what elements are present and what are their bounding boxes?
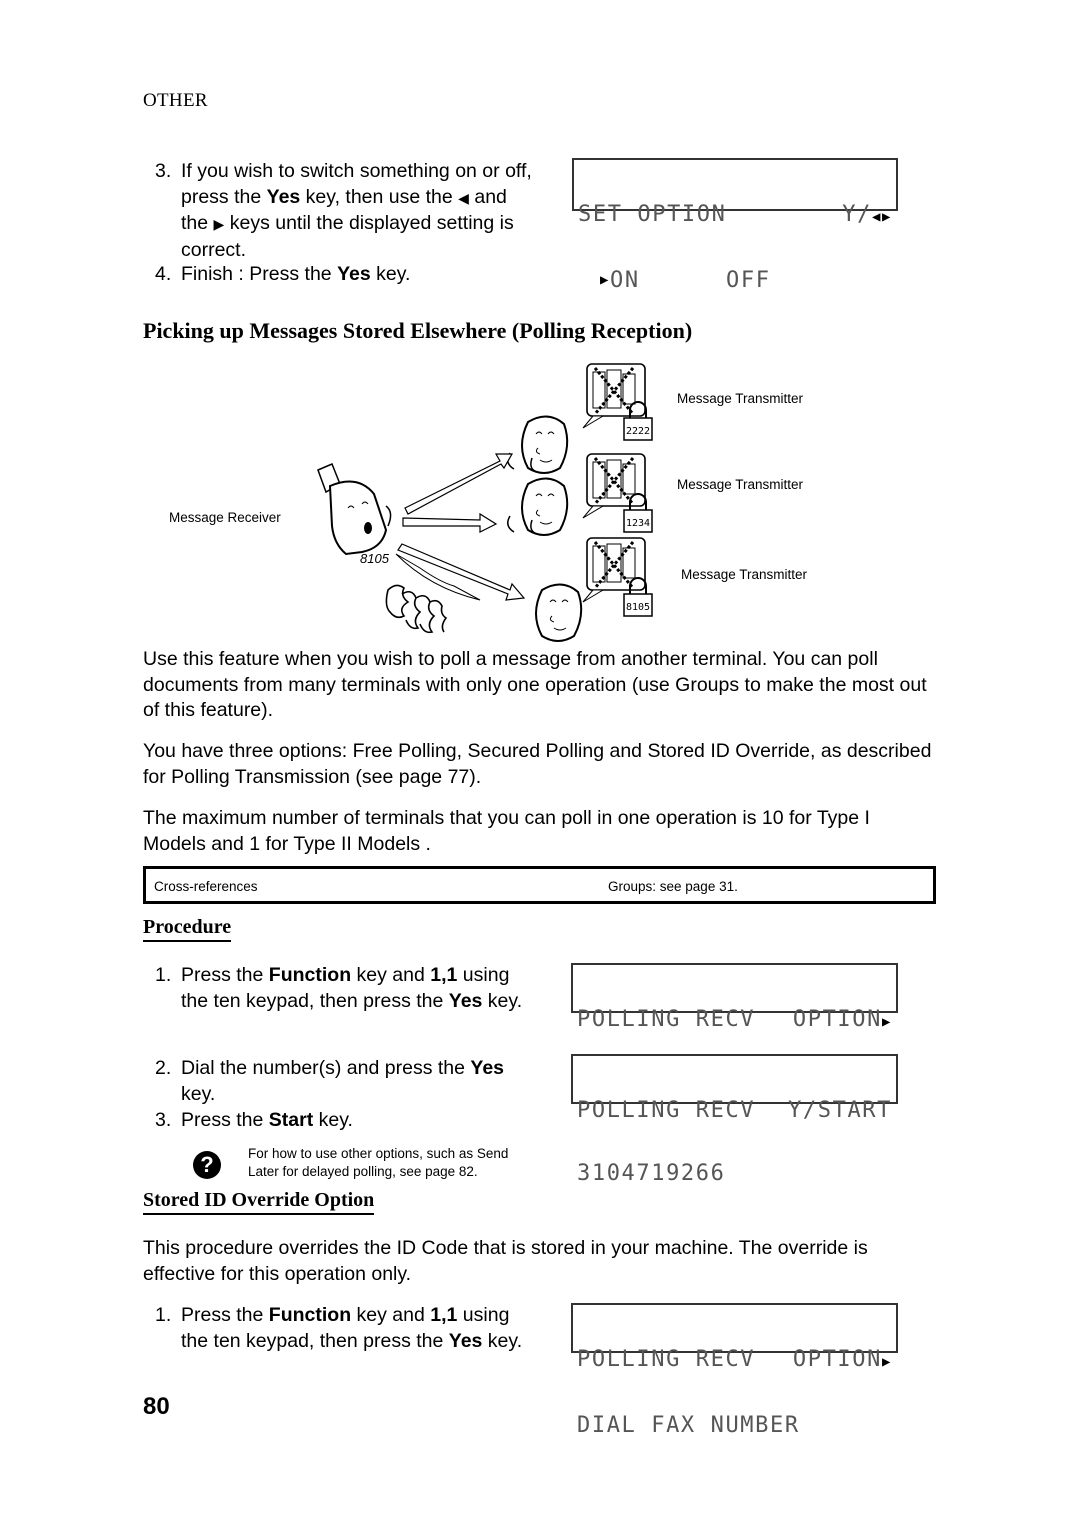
- procedure-step-1: 1. Press the Function key and 1,1 using t…: [155, 963, 522, 1014]
- transmitter-label-1: Message Transmitter: [677, 391, 804, 406]
- step-number: 4.: [155, 263, 172, 285]
- right-arrow-icon: ▶: [881, 209, 892, 225]
- receiver-label: Message Receiver: [169, 510, 281, 525]
- lcd-text: POLLING RECV: [577, 1347, 756, 1372]
- yes-key-label: Yes: [337, 263, 371, 285]
- step-text: the ten keypad, then press the: [181, 1329, 449, 1352]
- lcd-polling-number: POLLING RECV Y/START 3104719266: [571, 1054, 898, 1185]
- procedure-step-3: 3. Press the Start key.: [155, 1108, 353, 1134]
- step-text: using: [457, 1304, 510, 1326]
- cross-reference-box: Cross-references Groups: see page 31.: [143, 866, 936, 904]
- id-code: 2222: [626, 426, 650, 437]
- start-key-label: Start: [268, 1109, 314, 1131]
- paragraph-maximum: The maximum number of terminals that you…: [143, 807, 870, 855]
- left-arrow-icon: ◀: [458, 189, 469, 206]
- step-number: 3.: [155, 160, 172, 182]
- key-sequence: 1,1: [430, 964, 458, 986]
- step-text: Press the: [181, 964, 269, 986]
- procedure-heading: Procedure: [143, 916, 232, 942]
- step-text: key.: [181, 1082, 216, 1105]
- step-number: 1.: [155, 1304, 172, 1326]
- step-number: 1.: [155, 964, 172, 986]
- lcd-option-off: OFF: [726, 268, 771, 293]
- step-text: key and: [351, 1304, 431, 1326]
- id-code: 1234: [626, 518, 650, 529]
- step-text: key.: [482, 989, 523, 1012]
- intro-step-3: 3. If you wish to switch something on or …: [155, 159, 532, 263]
- left-arrow-icon: ◀: [871, 209, 882, 225]
- right-arrow-icon: ▶: [881, 1014, 892, 1030]
- step-text: key, then use the: [300, 185, 459, 208]
- note-text: For how to use other options, such as Se…: [248, 1145, 508, 1181]
- step-text: Press the: [181, 1109, 269, 1131]
- step-number: 3.: [155, 1109, 172, 1131]
- lcd-text: POLLING RECV: [577, 1007, 756, 1032]
- yes-key-label: Yes: [266, 185, 301, 208]
- function-key-label: Function: [268, 964, 352, 986]
- receiver-id: 8105: [360, 551, 390, 566]
- receiver-figure: [317, 463, 392, 556]
- paragraph-options: You have three options: Free Polling, Se…: [143, 740, 932, 788]
- note-line: Later for delayed polling, see page 82.: [248, 1164, 478, 1179]
- transmitter-3: 8105: [535, 536, 653, 642]
- right-arrow-icon: ▶: [881, 1354, 892, 1370]
- step-text: If you wish to switch something on or of…: [181, 160, 532, 182]
- cross-reference-link[interactable]: Groups: see page 31.: [608, 879, 738, 894]
- step-text: Press the: [181, 1304, 269, 1326]
- stored-id-heading: Stored ID Override Option: [143, 1189, 375, 1215]
- step-text: key and: [351, 964, 431, 986]
- function-key-label: Function: [268, 1304, 352, 1326]
- page-number: 80: [143, 1393, 170, 1420]
- lcd-polling-option: POLLING RECVOPTION▶ DIAL FAX NUMBER: [571, 963, 898, 1097]
- step-text: key.: [482, 1329, 523, 1352]
- lcd-text: DIAL FAX NUMBER: [577, 1413, 800, 1438]
- lcd-text: OPTION: [792, 1347, 882, 1372]
- step-text: keys until the displayed setting is: [224, 212, 514, 234]
- section-title: Picking up Messages Stored Elsewhere (Po…: [143, 318, 693, 343]
- lcd-text: SET OPTION: [578, 202, 727, 227]
- lcd-option-on: ON: [610, 268, 640, 293]
- lcd-text: Y/: [842, 202, 872, 227]
- lcd-set-option: SET OPTION Y/◀▶ ▶ ON OFF: [572, 158, 898, 292]
- key-sequence: 1,1: [430, 1304, 458, 1326]
- procedure-step-2: 2. Dial the number(s) and press the Yes k…: [155, 1056, 504, 1107]
- lcd-text: POLLING RECV: [577, 1098, 756, 1123]
- lcd-text: OPTION: [792, 1007, 882, 1032]
- step-text: Finish : Press the: [181, 263, 338, 285]
- step-text: key.: [313, 1109, 353, 1131]
- cross-reference-label: Cross-references: [154, 879, 258, 894]
- step-text: Dial the number(s) and press the: [181, 1057, 471, 1079]
- transmitter-label-3: Message Transmitter: [681, 567, 808, 582]
- yes-key-label: Yes: [448, 1329, 483, 1352]
- lcd-stored-id-option: POLLING RECV OPTION▶ DIAL FAX NUMBER: [571, 1303, 898, 1437]
- yes-key-label: Yes: [470, 1057, 505, 1079]
- step-text: press the: [181, 185, 267, 208]
- stored-id-step-1: 1. Press the Function key and 1,1 using t…: [155, 1303, 522, 1354]
- step-text: using: [457, 964, 510, 986]
- yes-key-label: Yes: [448, 989, 483, 1012]
- intro-step-4: 4. Finish : Press the Yes key.: [155, 262, 410, 288]
- paragraph-usage: Use this feature when you wish to poll a…: [143, 648, 927, 721]
- help-question-icon: ?: [193, 1151, 221, 1179]
- step-text: the ten keypad, then press the: [181, 989, 449, 1012]
- lcd-text: Y/START: [788, 1098, 892, 1123]
- step-text: correct.: [181, 238, 247, 261]
- arrow-icon: [404, 453, 514, 515]
- section-label: OTHER: [143, 90, 208, 111]
- step-text: key.: [370, 263, 411, 285]
- step-text: the: [181, 212, 214, 234]
- stored-id-paragraph: This procedure overrides the ID Code tha…: [143, 1237, 868, 1285]
- lcd-fax-number: 3104719266: [577, 1161, 726, 1186]
- step-text: and: [468, 185, 507, 208]
- step-number: 2.: [155, 1057, 172, 1079]
- cursor-arrow-icon: ▶: [600, 272, 611, 288]
- right-arrow-icon: ▶: [213, 216, 225, 232]
- id-code: 8105: [626, 602, 650, 613]
- intruder-figures: [385, 584, 448, 634]
- transmitter-label-2: Message Transmitter: [677, 477, 804, 492]
- note-line: For how to use other options, such as Se…: [248, 1146, 509, 1161]
- arrow-icon: [402, 512, 498, 533]
